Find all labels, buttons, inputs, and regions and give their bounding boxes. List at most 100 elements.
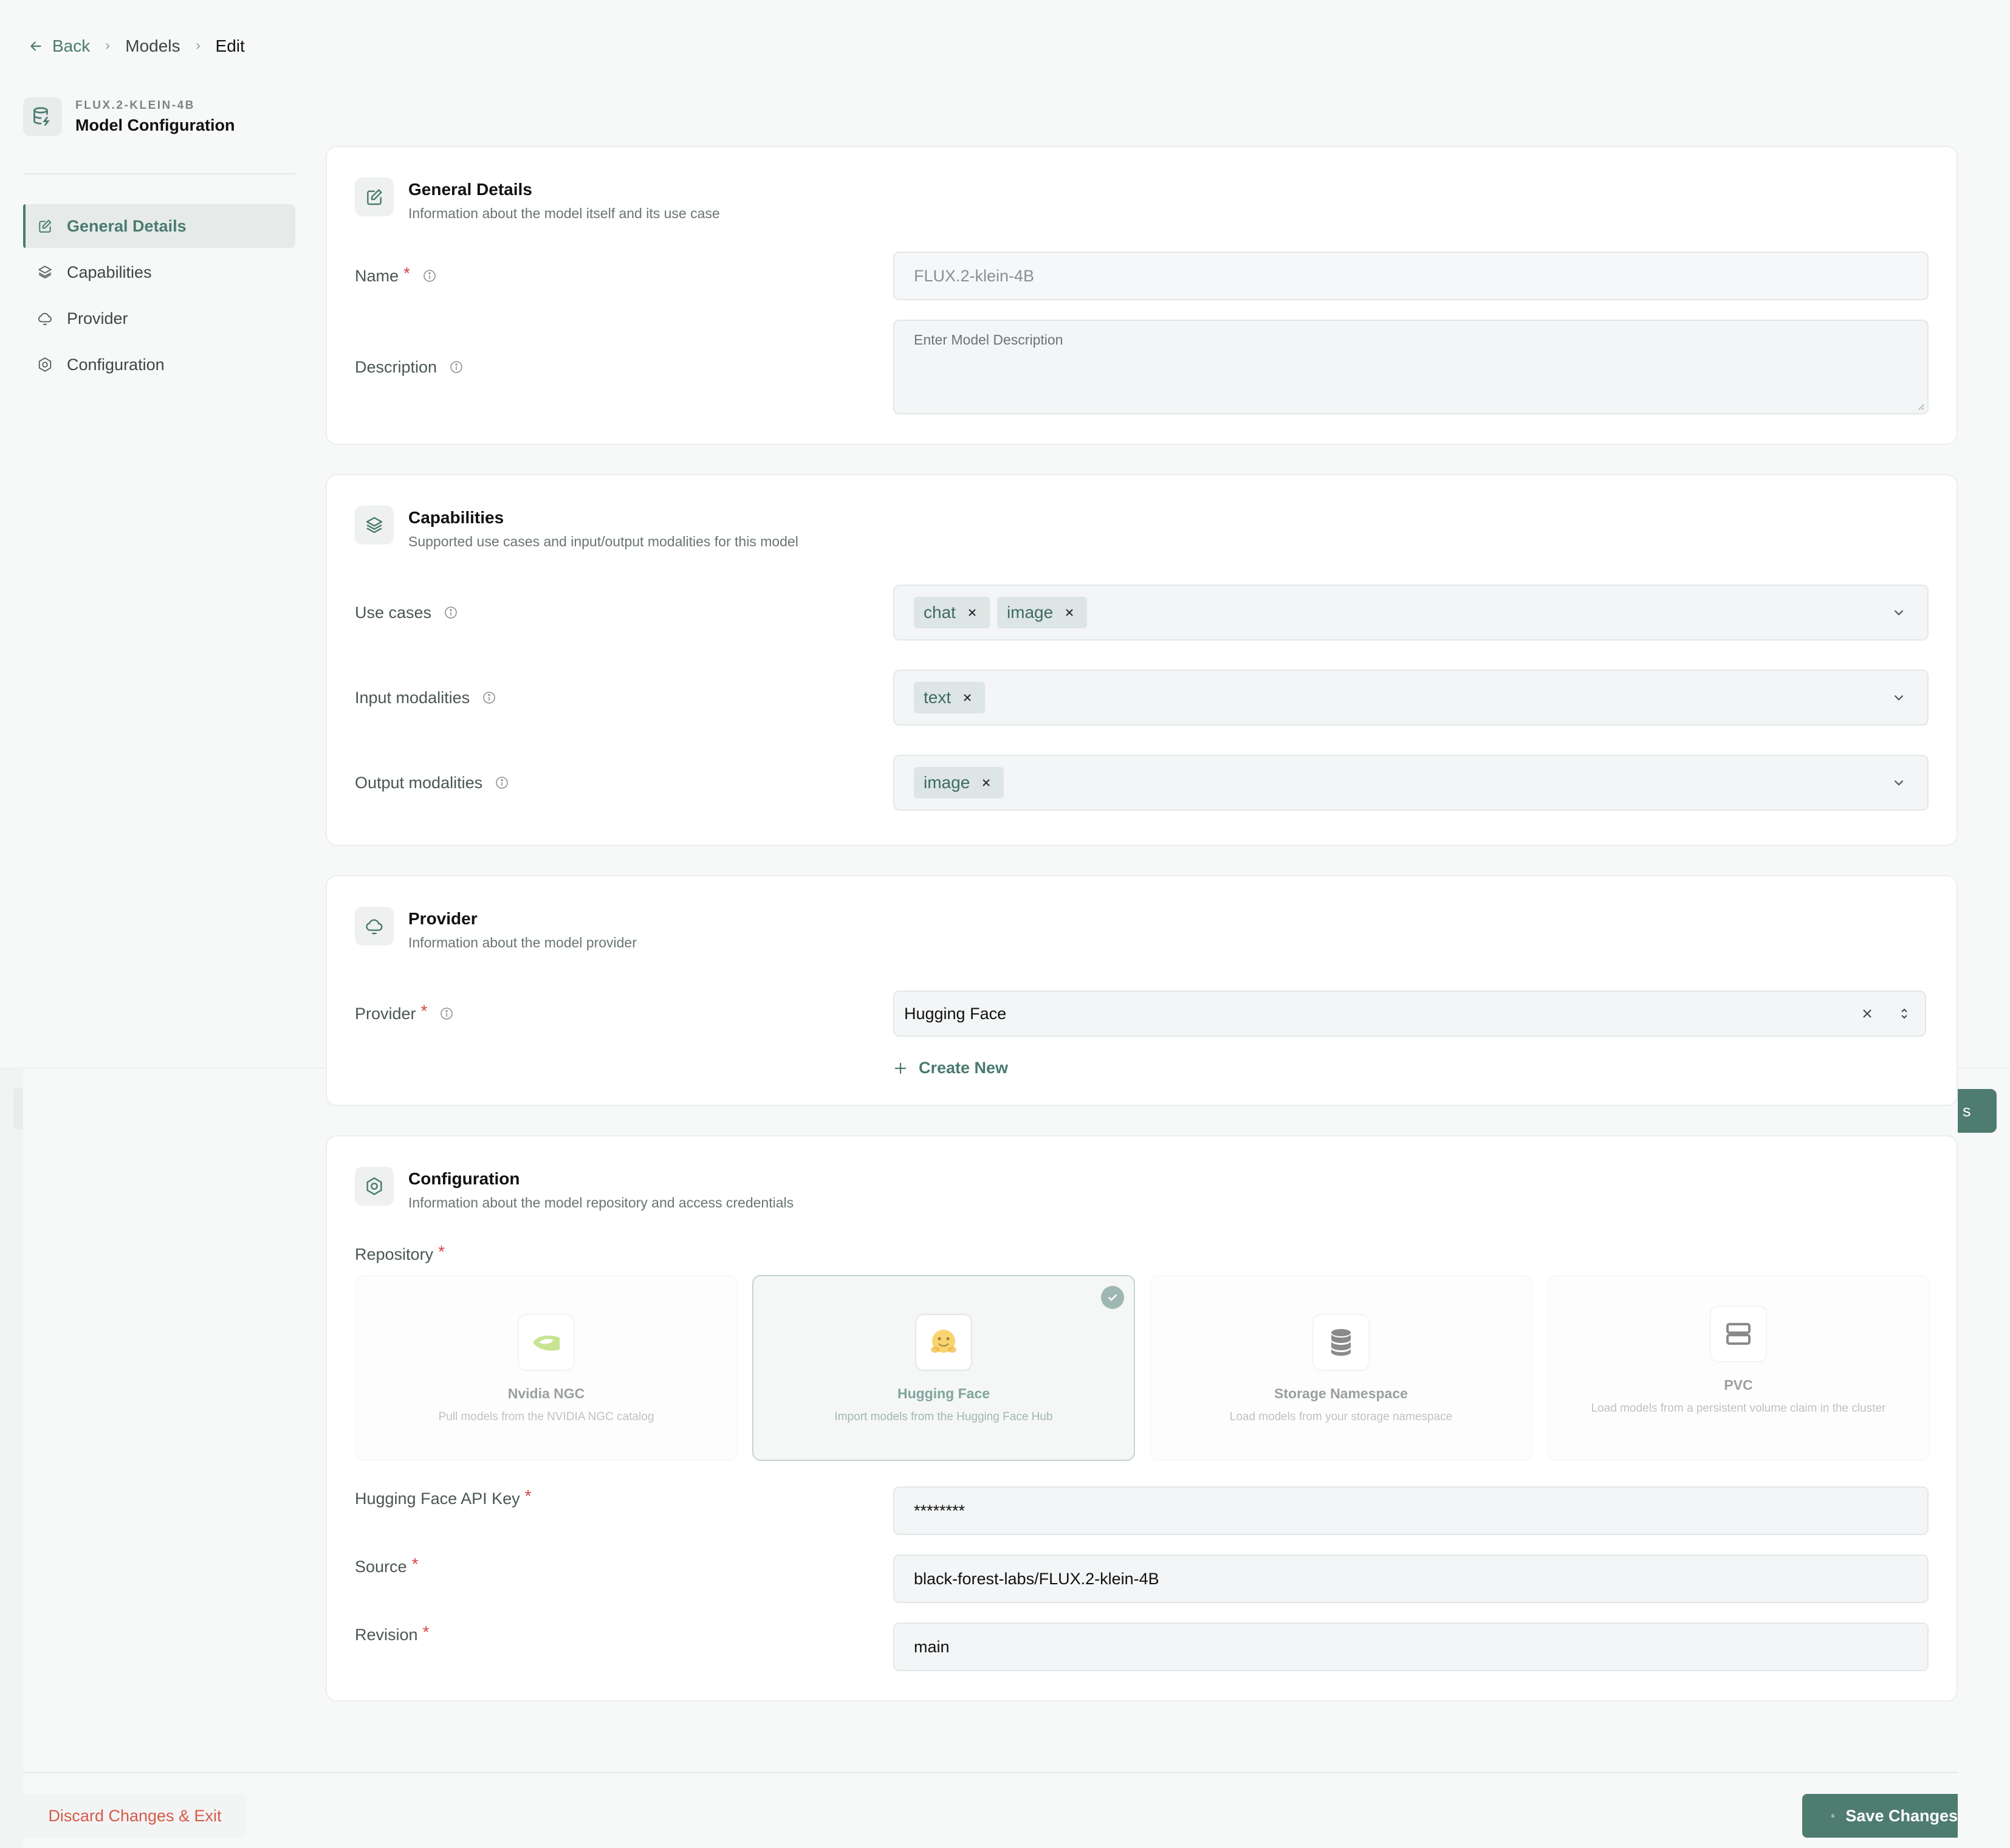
check-circle-icon [1101,1286,1124,1309]
back-link[interactable]: Back [28,36,90,56]
description-textarea[interactable]: Enter Model Description [893,320,1929,414]
info-icon[interactable] [439,1006,454,1021]
page-title: Model Configuration [75,115,235,134]
required-asterisk: * [420,1001,428,1020]
provider-card: Provider Information about the model pro… [326,875,1958,1106]
sidebar-item-capabilities[interactable]: Capabilities [23,250,295,294]
tag-text: text [914,682,986,713]
settings-icon [36,356,53,373]
repo-option-storage-namespace[interactable]: Storage Namespace Load models from your … [1150,1275,1532,1461]
info-icon[interactable] [444,605,458,620]
sidebar-item-configuration[interactable]: Configuration [23,343,295,386]
sidebar-nav: General Details Capabilities Provider Co… [23,204,295,389]
sidebar-item-provider[interactable]: Provider [23,297,295,340]
description-label: Description [355,355,464,379]
provider-value: Hugging Face [904,1004,1007,1023]
repo-option-nvidia-ngc[interactable]: Nvidia NGC Pull models from the NVIDIA N… [355,1275,738,1461]
section-subtitle: Supported use cases and input/output mod… [408,534,798,549]
repo-name: Storage Namespace [1274,1386,1408,1401]
source-label: Source * [355,1554,419,1576]
chevron-right-icon [102,41,113,52]
arrow-left-icon [30,41,41,51]
sidebar-divider [23,173,295,174]
section-subtitle: Information about the model provider [408,935,637,950]
repo-name: PVC [1724,1377,1753,1393]
revision-input[interactable]: main [893,1623,1929,1671]
breadcrumb-models[interactable]: Models [125,36,180,56]
sidebar-item-label: Capabilities [67,263,152,281]
sidebar-item-general-details[interactable]: General Details [23,204,295,248]
save-icon [1831,1814,1834,1818]
create-new-provider-button[interactable]: Create New [893,1059,1008,1077]
input-modalities-label: Input modalities [355,685,496,710]
breadcrumb-current: Edit [215,36,245,55]
nvidia-icon [518,1314,575,1371]
sidebar-item-label: General Details [67,216,187,235]
repo-option-pvc[interactable]: PVC Load models from a persistent volume… [1547,1275,1930,1461]
tag-image: image [914,767,1004,799]
cloud-icon [355,907,394,946]
section-subtitle: Information about the model itself and i… [408,205,720,221]
section-title: Capabilities [408,508,504,527]
repo-name: Hugging Face [897,1386,990,1401]
tag-chat: chat [914,597,990,628]
use-cases-multiselect[interactable]: chat image [893,585,1929,641]
repo-option-hugging-face[interactable]: Hugging Face Import models from the Hugg… [752,1275,1135,1461]
section-title: General Details [408,180,532,199]
info-icon[interactable] [482,690,496,705]
chevron-down-icon[interactable] [1891,605,1907,620]
clear-icon[interactable] [1861,1007,1874,1020]
database-icon [23,97,62,136]
required-asterisk: * [403,264,410,283]
name-input[interactable]: FLUX.2-klein-4B [893,252,1929,300]
repo-description: Load models from your storage namespace [1229,1410,1453,1423]
required-asterisk: * [411,1554,419,1573]
general-details-card: General Details Information about the mo… [326,146,1958,445]
close-icon[interactable] [981,777,992,788]
info-icon[interactable] [449,360,464,374]
footer-divider [23,1772,1958,1773]
background-save-button-fragment: s [1958,1089,1997,1133]
database-icon [1312,1314,1370,1371]
api-key-label: Hugging Face API Key * [355,1486,532,1508]
section-subtitle: Information about the model repository a… [408,1195,794,1211]
layers-icon [355,506,394,544]
info-icon[interactable] [422,269,437,283]
breadcrumb: Back Models Edit [28,34,245,58]
source-input[interactable]: black-forest-labs/FLUX.2-klein-4B [893,1554,1929,1603]
settings-icon [355,1167,394,1206]
resize-handle-icon[interactable] [1915,401,1925,411]
close-icon[interactable] [962,692,973,703]
repo-description: Pull models from the NVIDIA NGC catalog [438,1410,654,1423]
info-icon[interactable] [495,775,509,790]
configuration-card: Configuration Information about the mode… [326,1135,1958,1702]
section-title: Configuration [408,1169,520,1188]
discard-changes-button[interactable]: Discard Changes & Exit [23,1794,247,1838]
close-icon[interactable] [967,607,978,618]
repo-description: Load models from a persistent volume cla… [1591,1402,1886,1415]
repository-label: Repository * [355,1242,445,1263]
input-modalities-multiselect[interactable]: text [893,670,1929,726]
repo-name: Nvidia NGC [507,1386,585,1401]
chevron-up-down-icon[interactable] [1897,1006,1912,1021]
edit-icon [36,218,53,235]
edit-icon [355,177,394,216]
model-id: FLUX.2-KLEIN-4B [75,98,195,112]
use-cases-label: Use cases [355,600,458,625]
back-label: Back [52,36,91,55]
repository-options: Nvidia NGC Pull models from the NVIDIA N… [355,1275,1930,1461]
close-icon[interactable] [1064,607,1075,618]
chevron-down-icon[interactable] [1891,775,1907,791]
name-label: Name * [355,264,437,288]
chevron-down-icon[interactable] [1891,690,1907,706]
server-icon [1710,1305,1767,1362]
required-asterisk: * [438,1242,445,1261]
provider-select[interactable]: Hugging Face [893,991,1926,1037]
api-key-input[interactable]: ******** [893,1486,1929,1535]
background-button-fragment [13,1088,23,1129]
capabilities-card: Capabilities Supported use cases and inp… [326,474,1958,846]
section-title: Provider [408,909,478,928]
save-changes-button[interactable]: Save Changes [1802,1794,1958,1838]
output-modalities-multiselect[interactable]: image [893,755,1929,811]
sidebar-item-label: Configuration [67,355,165,374]
